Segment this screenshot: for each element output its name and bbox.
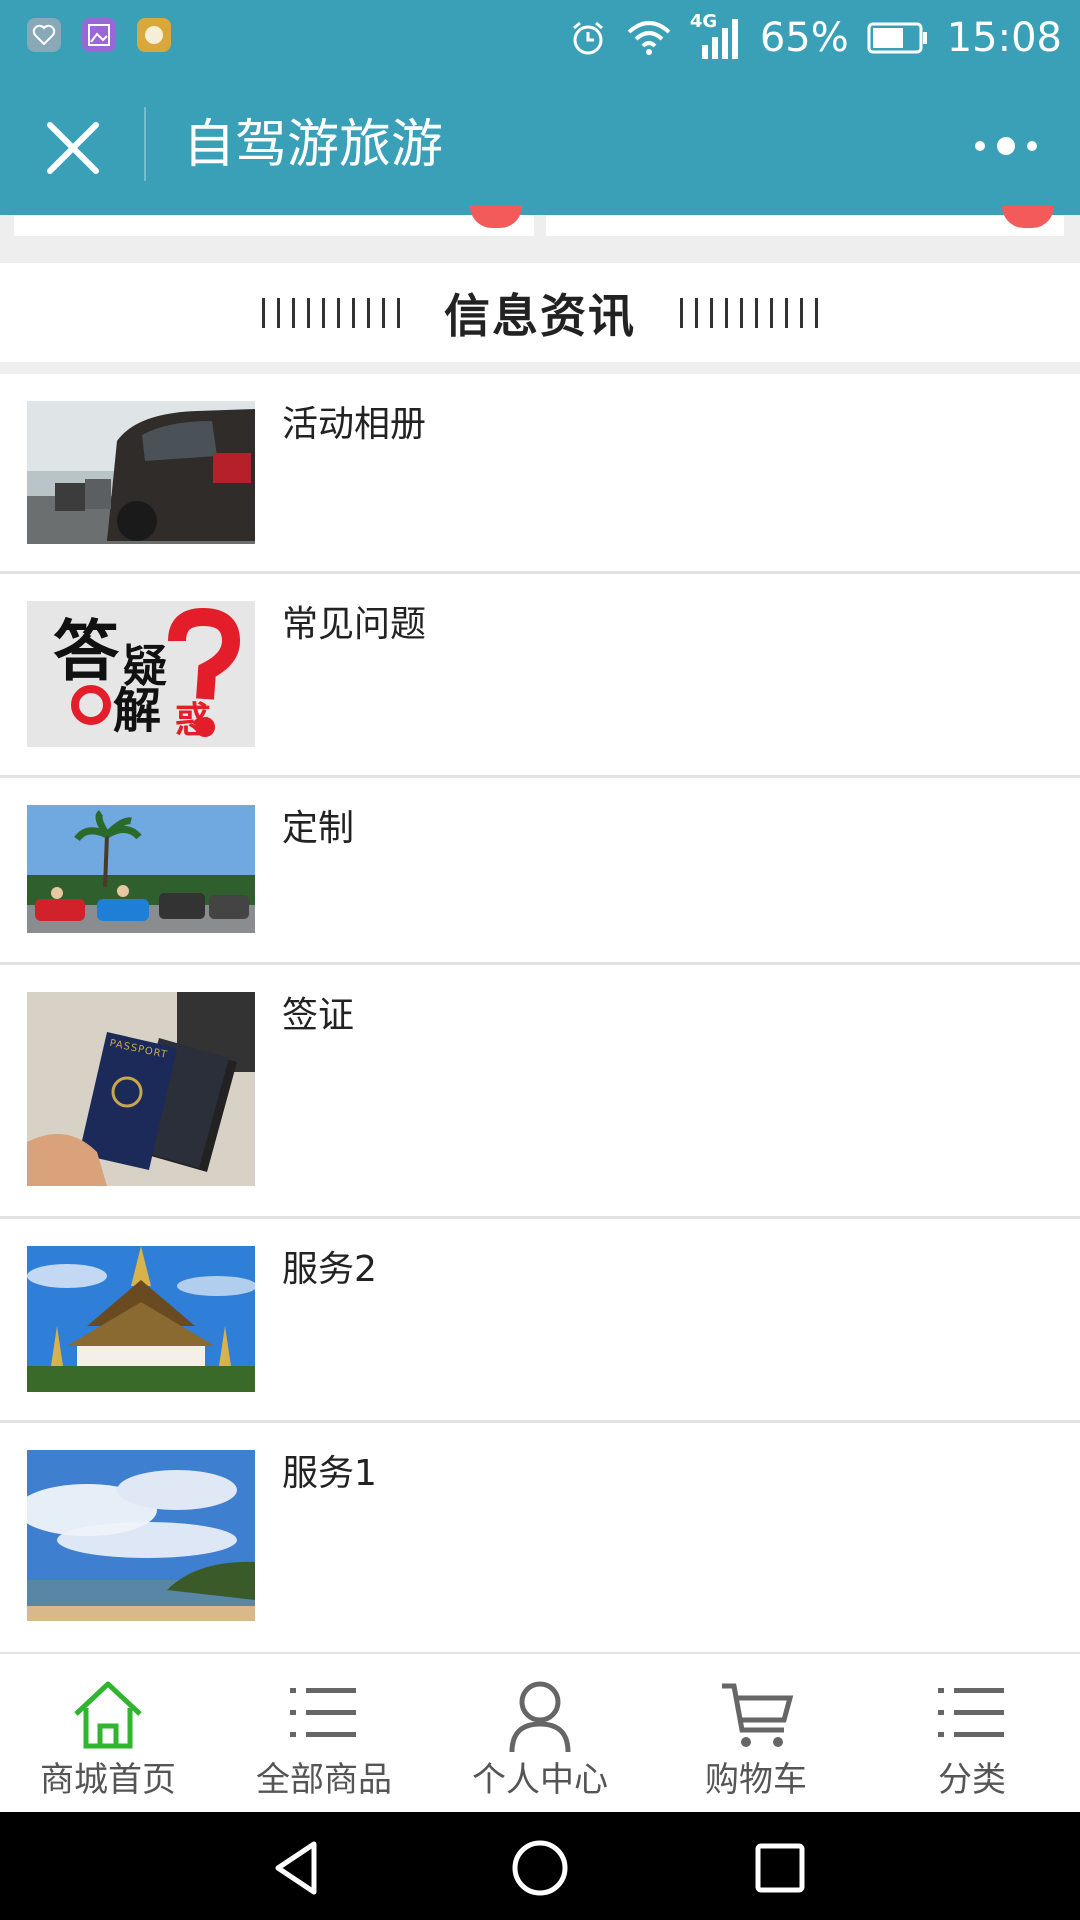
list-icon bbox=[938, 1688, 1004, 1737]
battery-icon bbox=[867, 22, 927, 53]
decorative-bars bbox=[680, 297, 818, 328]
decorative-bars bbox=[262, 297, 400, 328]
item-thumbnail: PASSPORT bbox=[27, 992, 255, 1186]
item-thumbnail bbox=[27, 1246, 255, 1392]
nav-label: 商城首页 bbox=[40, 1760, 176, 1800]
item-thumbnail bbox=[27, 401, 255, 544]
status-bar: 4G 65% 15:08 bbox=[0, 0, 1080, 75]
section-divider bbox=[0, 362, 1080, 374]
item-title: 定制 bbox=[282, 808, 355, 849]
system-nav-bar bbox=[0, 1812, 1080, 1920]
item-thumbnail: 答 疑 解 惑 bbox=[27, 601, 255, 747]
alarm-icon bbox=[572, 21, 603, 54]
nav-label: 分类 bbox=[938, 1760, 1006, 1800]
home-icon bbox=[74, 1681, 142, 1749]
list-item[interactable]: 活动相册 bbox=[0, 374, 1080, 574]
bottom-nav: 商城首页 全部商品 个人中心 购物车 分类 bbox=[0, 1652, 1080, 1814]
list-item[interactable]: 答 疑 解 惑 常见问题 bbox=[0, 574, 1080, 778]
nav-all-products[interactable]: 全部商品 bbox=[216, 1654, 432, 1814]
item-title: 常见问题 bbox=[282, 604, 427, 645]
signal-icon: 4G bbox=[690, 11, 742, 61]
nav-profile[interactable]: 个人中心 bbox=[432, 1654, 648, 1814]
section-header: 信息资讯 bbox=[0, 263, 1080, 362]
cart-icon bbox=[722, 1683, 794, 1747]
heart-app-icon bbox=[27, 18, 61, 52]
page-title: 自驾游旅游 bbox=[183, 115, 444, 175]
list-icon bbox=[290, 1688, 356, 1737]
thumb-char: 解 bbox=[113, 683, 162, 739]
section-title: 信息资讯 bbox=[444, 288, 636, 343]
list-item[interactable]: PASSPORT 签证 bbox=[0, 965, 1080, 1219]
hand-app-icon bbox=[137, 18, 171, 52]
title-separator bbox=[144, 107, 146, 181]
item-title: 活动相册 bbox=[282, 404, 427, 445]
thumb-char: 答 bbox=[53, 613, 119, 690]
nav-home[interactable]: 商城首页 bbox=[0, 1654, 216, 1814]
wifi-icon bbox=[627, 20, 671, 55]
recents-icon[interactable] bbox=[750, 1838, 810, 1898]
item-thumbnail bbox=[27, 1450, 255, 1621]
more-icon[interactable] bbox=[966, 121, 1046, 171]
list-item[interactable]: 服务2 bbox=[0, 1219, 1080, 1423]
list-item[interactable]: 服务1 bbox=[0, 1423, 1080, 1655]
product-card-bottom bbox=[546, 215, 1064, 236]
item-title: 签证 bbox=[282, 995, 355, 1036]
close-icon[interactable] bbox=[38, 113, 108, 183]
nav-label: 全部商品 bbox=[256, 1760, 392, 1800]
clock-time: 15:08 bbox=[946, 14, 1062, 61]
title-bar: 自驾游旅游 bbox=[0, 75, 1080, 215]
item-title: 服务1 bbox=[282, 1453, 377, 1494]
back-icon[interactable] bbox=[268, 1838, 328, 1898]
nav-cart[interactable]: 购物车 bbox=[648, 1654, 864, 1814]
home-circle-icon[interactable] bbox=[510, 1838, 570, 1898]
product-card-bottom bbox=[14, 215, 534, 236]
nav-label: 个人中心 bbox=[472, 1760, 608, 1800]
nav-category[interactable]: 分类 bbox=[864, 1654, 1080, 1814]
info-list: 活动相册 答 疑 解 惑 常见问题 定制 PASSPORT 签证 服务2 服务1 bbox=[0, 374, 1080, 1655]
thumb-char: 惑 bbox=[175, 700, 212, 741]
person-icon bbox=[509, 1681, 571, 1753]
item-thumbnail bbox=[27, 805, 255, 933]
list-item[interactable]: 定制 bbox=[0, 778, 1080, 965]
gallery-app-icon bbox=[82, 18, 116, 52]
battery-percent: 65% bbox=[759, 14, 849, 61]
nav-label: 购物车 bbox=[705, 1760, 807, 1800]
item-title: 服务2 bbox=[282, 1249, 377, 1290]
